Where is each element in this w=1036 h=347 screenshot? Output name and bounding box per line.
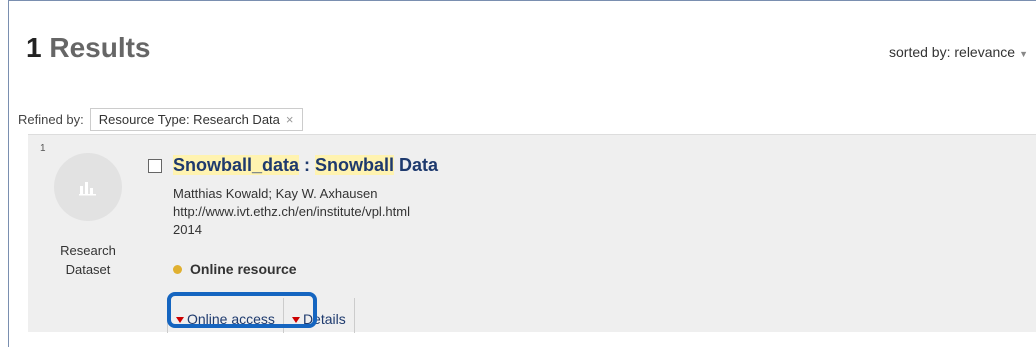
results-count-heading: 1 Results <box>26 32 151 64</box>
resource-type-label: Research Dataset <box>48 241 128 279</box>
refined-by-label: Refined by: <box>18 112 84 127</box>
tab-online-access-label: Online access <box>187 311 275 327</box>
filter-chip-label: Resource Type: Research Data <box>98 112 280 127</box>
title-part-highlighted: Snowball_data <box>173 155 300 175</box>
result-item: 1 Research Dataset Snowball_data : Snowb… <box>28 134 1036 333</box>
status-dot-icon <box>173 264 182 274</box>
result-authors: Matthias Kowald; Kay W. Axhausen <box>173 186 378 201</box>
resource-type-label-line2: Dataset <box>65 262 111 277</box>
availability-status: Online resource <box>173 261 297 277</box>
result-tabs: Online access Details <box>167 298 355 333</box>
result-metadata: Matthias Kowald; Kay W. Axhausen http://… <box>173 185 410 239</box>
tab-online-access[interactable]: Online access <box>167 298 283 333</box>
caret-down-icon: ▼ <box>1019 49 1028 59</box>
bar-chart-icon <box>79 182 96 196</box>
title-suffix: Data <box>394 155 439 175</box>
result-year: 2014 <box>173 222 202 237</box>
title-keyword-highlighted: Snowball <box>315 155 395 175</box>
triangle-down-icon <box>291 317 300 323</box>
resource-type-badge <box>54 153 122 221</box>
title-separator: : <box>299 155 316 175</box>
refined-by-bar: Refined by: Resource Type: Research Data… <box>18 108 303 131</box>
result-rank: 1 <box>40 143 46 154</box>
results-label: Results <box>49 32 151 63</box>
sort-label: sorted by: relevance <box>889 44 1016 60</box>
resource-type-label-line1: Research <box>60 243 116 258</box>
close-icon[interactable]: × <box>286 112 294 127</box>
tab-details-label: Details <box>302 311 346 327</box>
result-url: http://www.ivt.ethz.ch/en/institute/vpl.… <box>173 204 410 219</box>
sort-dropdown[interactable]: sorted by: relevance ▼ <box>889 44 1028 60</box>
triangle-down-icon <box>176 317 184 323</box>
select-checkbox[interactable] <box>148 159 162 173</box>
availability-label: Online resource <box>190 261 297 277</box>
results-number: 1 <box>26 32 42 63</box>
tab-details[interactable]: Details <box>282 298 355 333</box>
filter-chip-resource-type[interactable]: Resource Type: Research Data × <box>89 108 303 131</box>
result-title-link[interactable]: Snowball_data : Snowball Data <box>173 155 438 176</box>
